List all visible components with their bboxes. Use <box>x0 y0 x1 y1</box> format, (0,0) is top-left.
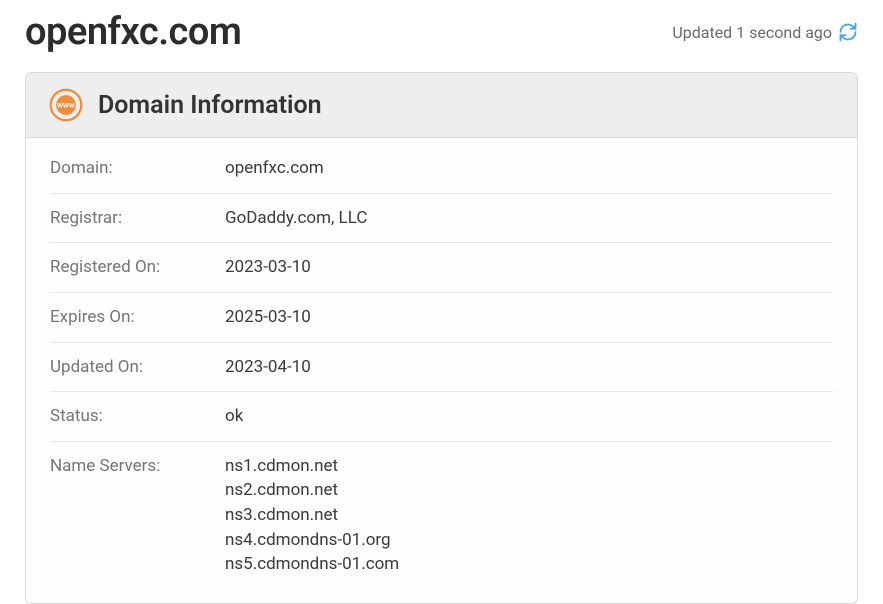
www-icon: WWW <box>48 87 84 123</box>
row-label: Status: <box>50 404 225 429</box>
row-value: 2025-03-10 <box>225 305 311 330</box>
row-label: Domain: <box>50 156 225 181</box>
row-expires-on: Expires On: 2025-03-10 <box>50 293 833 343</box>
row-value: 2023-03-10 <box>225 255 311 280</box>
row-domain: Domain: openfxc.com <box>50 144 833 194</box>
panel-title: Domain Information <box>98 91 322 120</box>
updated-text: Updated 1 second ago <box>672 23 832 42</box>
updated-status: Updated 1 second ago <box>672 22 858 42</box>
row-label: Registered On: <box>50 255 225 280</box>
row-value: GoDaddy.com, LLC <box>225 206 367 231</box>
name-server-item: ns4.cdmondns-01.org <box>225 528 399 553</box>
svg-text:WWW: WWW <box>57 103 75 110</box>
row-label: Registrar: <box>50 206 225 231</box>
panel-body: Domain: openfxc.com Registrar: GoDaddy.c… <box>26 138 857 603</box>
panel-header: WWW Domain Information <box>26 73 857 138</box>
row-value: ok <box>225 404 243 429</box>
row-label: Updated On: <box>50 355 225 380</box>
row-label: Expires On: <box>50 305 225 330</box>
domain-title: openfxc.com <box>25 10 241 54</box>
row-status: Status: ok <box>50 392 833 442</box>
page-header: openfxc.com Updated 1 second ago <box>25 10 858 54</box>
refresh-icon[interactable] <box>838 22 858 42</box>
row-label: Name Servers: <box>50 454 225 577</box>
row-value: 2023-04-10 <box>225 355 311 380</box>
name-server-item: ns3.cdmon.net <box>225 503 399 528</box>
row-registrar: Registrar: GoDaddy.com, LLC <box>50 194 833 244</box>
row-name-servers: Name Servers: ns1.cdmon.net ns2.cdmon.ne… <box>50 442 833 589</box>
row-registered-on: Registered On: 2023-03-10 <box>50 243 833 293</box>
name-server-item: ns1.cdmon.net <box>225 454 399 479</box>
name-servers-list: ns1.cdmon.net ns2.cdmon.net ns3.cdmon.ne… <box>225 454 399 577</box>
row-updated-on: Updated On: 2023-04-10 <box>50 343 833 393</box>
row-value: openfxc.com <box>225 156 324 181</box>
name-server-item: ns2.cdmon.net <box>225 478 399 503</box>
name-server-item: ns5.cdmondns-01.com <box>225 552 399 577</box>
domain-info-panel: WWW Domain Information Domain: openfxc.c… <box>25 72 858 604</box>
